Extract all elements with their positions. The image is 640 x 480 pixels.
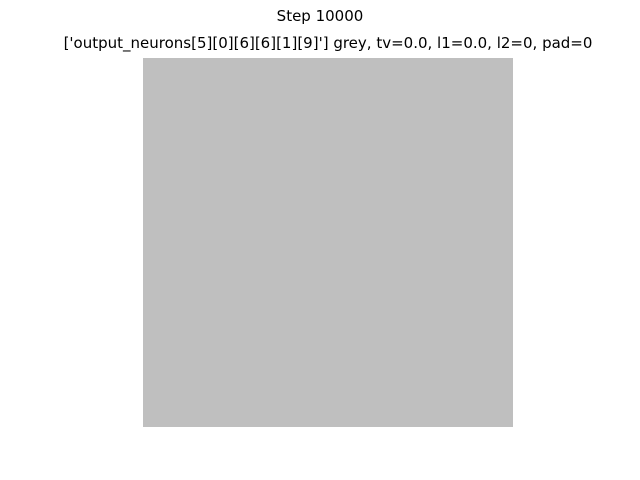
axes-title: ['output_neurons[5][0][6][6][1][9]'] gre… (63, 34, 593, 52)
figure-suptitle: Step 10000 (276, 7, 364, 25)
visualized-image (143, 58, 513, 427)
